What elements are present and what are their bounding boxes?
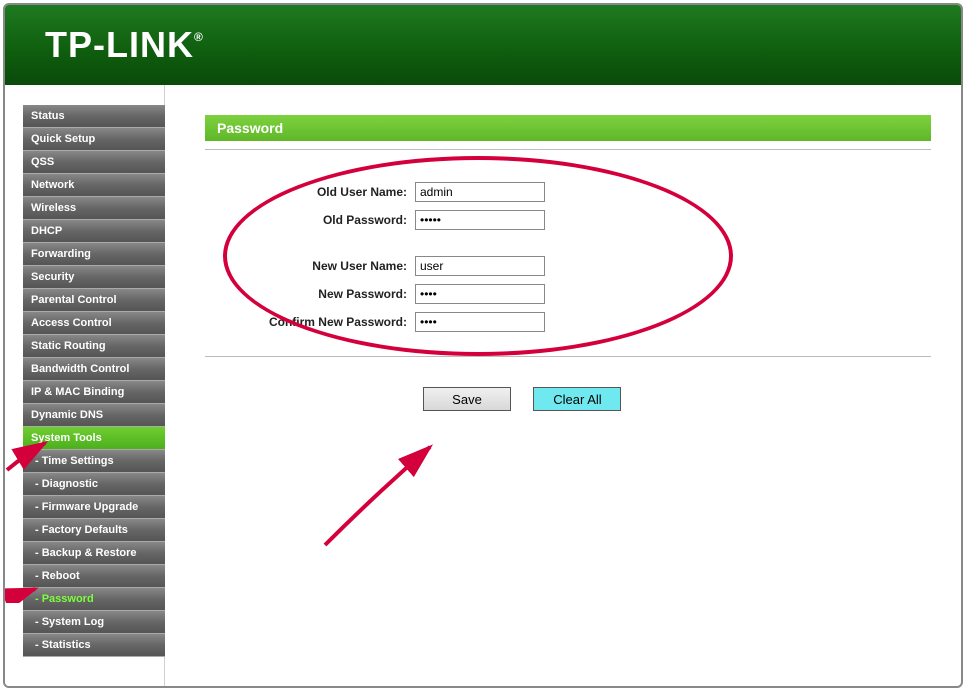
header-bar: TP-LINK® bbox=[5, 5, 961, 85]
nav-item-static-routing[interactable]: Static Routing bbox=[23, 335, 165, 358]
label-old-username: Old User Name: bbox=[205, 185, 415, 199]
nav-item-factory-defaults[interactable]: - Factory Defaults bbox=[23, 519, 165, 542]
main-content: Password Old User Name: Old Password: Ne… bbox=[165, 85, 961, 686]
nav-item-firmware-upgrade[interactable]: - Firmware Upgrade bbox=[23, 496, 165, 519]
nav-item-diagnostic[interactable]: - Diagnostic bbox=[23, 473, 165, 496]
nav-item-access-control[interactable]: Access Control bbox=[23, 312, 165, 335]
nav-item-system-tools[interactable]: System Tools bbox=[23, 427, 165, 450]
brand-logo: TP-LINK® bbox=[45, 24, 204, 66]
nav-item-status[interactable]: Status bbox=[23, 105, 165, 128]
label-confirm-password: Confirm New Password: bbox=[205, 315, 415, 329]
nav-item-dhcp[interactable]: DHCP bbox=[23, 220, 165, 243]
input-new-username[interactable] bbox=[415, 256, 545, 276]
nav-item-forwarding[interactable]: Forwarding bbox=[23, 243, 165, 266]
save-button[interactable]: Save bbox=[423, 387, 511, 411]
nav-item-quick-setup[interactable]: Quick Setup bbox=[23, 128, 165, 151]
divider-bottom bbox=[205, 356, 931, 357]
label-old-password: Old Password: bbox=[205, 213, 415, 227]
nav-item-dynamic-dns[interactable]: Dynamic DNS bbox=[23, 404, 165, 427]
nav-item-time-settings[interactable]: - Time Settings bbox=[23, 450, 165, 473]
nav-item-ip-mac-binding[interactable]: IP & MAC Binding bbox=[23, 381, 165, 404]
nav-item-parental-control[interactable]: Parental Control bbox=[23, 289, 165, 312]
label-new-password: New Password: bbox=[205, 287, 415, 301]
brand-text: TP-LINK bbox=[45, 24, 194, 65]
registered-mark: ® bbox=[194, 30, 204, 44]
page-title: Password bbox=[205, 115, 931, 141]
clear-all-button[interactable]: Clear All bbox=[533, 387, 621, 411]
nav-item-network[interactable]: Network bbox=[23, 174, 165, 197]
nav-item-reboot[interactable]: - Reboot bbox=[23, 565, 165, 588]
input-new-password[interactable] bbox=[415, 284, 545, 304]
nav-item-password[interactable]: - Password bbox=[23, 588, 165, 611]
nav-item-wireless[interactable]: Wireless bbox=[23, 197, 165, 220]
label-new-username: New User Name: bbox=[205, 259, 415, 273]
nav-item-backup-restore[interactable]: - Backup & Restore bbox=[23, 542, 165, 565]
nav-item-qss[interactable]: QSS bbox=[23, 151, 165, 174]
nav-item-system-log[interactable]: - System Log bbox=[23, 611, 165, 634]
input-old-username[interactable] bbox=[415, 182, 545, 202]
nav-item-statistics[interactable]: - Statistics bbox=[23, 634, 165, 657]
nav-item-bandwidth-control[interactable]: Bandwidth Control bbox=[23, 358, 165, 381]
sidebar: StatusQuick SetupQSSNetworkWirelessDHCPF… bbox=[5, 85, 165, 686]
divider bbox=[205, 149, 931, 150]
input-old-password[interactable] bbox=[415, 210, 545, 230]
password-form: Old User Name: Old Password: New User Na… bbox=[205, 180, 931, 411]
input-confirm-password[interactable] bbox=[415, 312, 545, 332]
annotation-arrow-save bbox=[315, 435, 455, 555]
nav-item-security[interactable]: Security bbox=[23, 266, 165, 289]
